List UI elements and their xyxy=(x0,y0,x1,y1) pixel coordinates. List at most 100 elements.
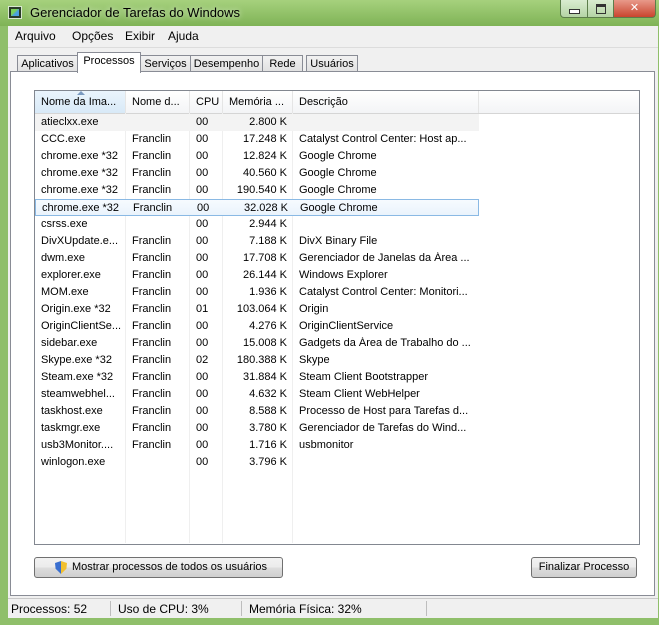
title-bar[interactable]: Gerenciador de Tarefas do Windows ✕ xyxy=(0,0,659,26)
processes-panel: Nome da Ima... Nome d... CPU Memória ...… xyxy=(10,71,655,596)
process-row[interactable]: DivXUpdate.e... Franclin 00 7.188 K DivX Bin… xyxy=(35,233,639,250)
cell-description: DivX Binary File xyxy=(299,235,378,247)
cell-image-name: chrome.exe *32 xyxy=(42,202,120,214)
process-row[interactable]: winlogon.exe 00 3.796 K xyxy=(35,454,639,471)
cell-description: Google Chrome xyxy=(299,184,377,196)
cell-user-name: Franclin xyxy=(132,354,172,366)
cell-cpu: 00 xyxy=(196,405,209,417)
cell-cpu: 00 xyxy=(196,133,209,145)
cell-description: Origin xyxy=(299,303,329,315)
cell-description: Gerenciador de Tarefas do Wind... xyxy=(299,422,467,434)
cell-memory: 31.884 K xyxy=(242,371,287,383)
tab-servicos[interactable]: Serviços xyxy=(140,55,191,72)
process-row[interactable]: explorer.exe Franclin 00 26.144 K Windows Ex… xyxy=(35,267,639,284)
process-row[interactable]: atieclxx.exe 00 2.800 K xyxy=(35,114,479,131)
column-header-description[interactable]: Descrição xyxy=(293,91,479,113)
tab-usuarios[interactable]: Usuários xyxy=(306,55,358,72)
process-row[interactable]: taskmgr.exe Franclin 00 3.780 K Gerenciador … xyxy=(35,420,639,437)
cell-cpu: 02 xyxy=(196,354,209,366)
cell-cpu: 00 xyxy=(196,269,209,281)
status-processes: Processos: 52 xyxy=(11,602,88,616)
cell-image-name: dwm.exe xyxy=(41,252,86,264)
status-physical-memory: Memória Física: 32% xyxy=(249,602,362,616)
process-row[interactable]: chrome.exe *32 Franclin 00 40.560 K Google C… xyxy=(35,165,639,182)
menu-bar: Arquivo Opções Exibir Ajuda xyxy=(8,26,658,48)
minimize-icon xyxy=(568,9,580,14)
cell-user-name: Franclin xyxy=(132,286,172,298)
cell-image-name: MOM.exe xyxy=(41,286,89,298)
process-row[interactable]: usb3Monitor.... Franclin 00 1.716 K usbmonit… xyxy=(35,437,639,454)
process-row[interactable]: Skype.exe *32 Franclin 02 180.388 K Skype xyxy=(35,352,639,369)
menu-ajuda[interactable]: Ajuda xyxy=(168,29,199,43)
cell-image-name: Skype.exe *32 xyxy=(41,354,112,366)
cell-image-name: chrome.exe *32 xyxy=(41,150,119,162)
cell-memory: 17.248 K xyxy=(242,133,287,145)
cell-memory: 12.824 K xyxy=(242,150,287,162)
cell-description: Gadgets da Área de Trabalho do ... xyxy=(299,337,471,349)
cell-image-name: steamwebhel... xyxy=(41,388,115,400)
cell-description: Catalyst Control Center: Host ap... xyxy=(299,133,467,145)
list-header: Nome da Ima... Nome d... CPU Memória ...… xyxy=(35,91,639,114)
status-bar: Processos: 52 Uso de CPU: 3% Memória Fís… xyxy=(8,598,658,618)
tab-aplicativos[interactable]: Aplicativos xyxy=(17,55,78,72)
cell-user-name: Franclin xyxy=(132,150,172,162)
process-row[interactable]: chrome.exe *32 Franclin 00 12.824 K Google C… xyxy=(35,148,639,165)
cell-image-name: atieclxx.exe xyxy=(41,116,99,128)
tab-desempenho[interactable]: Desempenho xyxy=(190,55,263,72)
menu-exibir[interactable]: Exibir xyxy=(125,29,155,43)
tab-rede[interactable]: Rede xyxy=(262,55,303,72)
cell-description: Catalyst Control Center: Monitori... xyxy=(299,286,468,298)
process-row[interactable]: dwm.exe Franclin 00 17.708 K Gerenciador de … xyxy=(35,250,639,267)
column-header-image-name[interactable]: Nome da Ima... xyxy=(35,91,126,113)
cell-memory: 17.708 K xyxy=(242,252,287,264)
cell-image-name: OriginClientSe... xyxy=(41,320,122,332)
column-header-memory[interactable]: Memória ... xyxy=(223,91,293,113)
cell-memory: 180.388 K xyxy=(236,354,287,366)
close-button[interactable]: ✕ xyxy=(613,0,656,18)
sort-ascending-icon xyxy=(77,91,85,95)
cell-cpu: 00 xyxy=(196,337,209,349)
cell-memory: 40.560 K xyxy=(242,167,287,179)
process-row[interactable]: Origin.exe *32 Franclin 01 103.064 K Origin xyxy=(35,301,639,318)
process-row[interactable]: MOM.exe Franclin 00 1.936 K Catalyst Control… xyxy=(35,284,639,301)
cell-description: usbmonitor xyxy=(299,439,354,451)
menu-opcoes[interactable]: Opções xyxy=(72,29,113,43)
process-list[interactable]: Nome da Ima... Nome d... CPU Memória ...… xyxy=(34,90,640,545)
process-row[interactable]: CCC.exe Franclin 00 17.248 K Catalyst Contro… xyxy=(35,131,639,148)
process-row[interactable]: chrome.exe *32 Franclin 00 32.028 K Google C… xyxy=(35,199,479,216)
tab-processos[interactable]: Processos xyxy=(77,52,141,73)
process-row[interactable]: steamwebhel... Franclin 00 4.632 K Steam Cli… xyxy=(35,386,639,403)
menu-arquivo[interactable]: Arquivo xyxy=(15,29,56,43)
process-row[interactable]: Steam.exe *32 Franclin 00 31.884 K Steam Cli… xyxy=(35,369,639,386)
column-header-cpu[interactable]: CPU xyxy=(190,91,223,113)
minimize-button[interactable] xyxy=(560,0,588,18)
cell-user-name: Franclin xyxy=(132,133,172,145)
cell-image-name: taskhost.exe xyxy=(41,405,103,417)
cell-image-name: Origin.exe *32 xyxy=(41,303,111,315)
cell-memory: 3.796 K xyxy=(249,456,287,468)
window-client-area: Arquivo Opções Exibir Ajuda Aplicativos … xyxy=(8,26,658,618)
cell-image-name: explorer.exe xyxy=(41,269,101,281)
show-all-processes-button[interactable]: Mostrar processos de todos os usuários xyxy=(34,557,283,578)
cell-description: Gerenciador de Janelas da Área ... xyxy=(299,252,470,264)
process-row[interactable]: chrome.exe *32 Franclin 00 190.540 K Google … xyxy=(35,182,639,199)
cell-user-name: Franclin xyxy=(132,371,172,383)
cell-memory: 4.276 K xyxy=(249,320,287,332)
tab-strip: Aplicativos Processos Serviços Desempenh… xyxy=(8,50,658,73)
maximize-button[interactable] xyxy=(587,0,614,18)
cell-image-name: Steam.exe *32 xyxy=(41,371,114,383)
end-process-button[interactable]: Finalizar Processo xyxy=(531,557,637,578)
process-row[interactable]: taskhost.exe Franclin 00 8.588 K Processo de… xyxy=(35,403,639,420)
cell-user-name: Franclin xyxy=(132,439,172,451)
status-cpu-usage: Uso de CPU: 3% xyxy=(118,602,209,616)
cell-image-name: winlogon.exe xyxy=(41,456,106,468)
cell-user-name: Franclin xyxy=(132,337,172,349)
cell-cpu: 00 xyxy=(196,422,209,434)
cell-memory: 190.540 K xyxy=(236,184,287,196)
process-row[interactable]: sidebar.exe Franclin 00 15.008 K Gadgets da … xyxy=(35,335,639,352)
column-header-user-name[interactable]: Nome d... xyxy=(126,91,190,113)
cell-image-name: usb3Monitor.... xyxy=(41,439,114,451)
cell-memory: 1.936 K xyxy=(249,286,287,298)
process-row[interactable]: csrss.exe 00 2.944 K xyxy=(35,216,639,233)
process-row[interactable]: OriginClientSe... Franclin 00 4.276 K Origin… xyxy=(35,318,639,335)
